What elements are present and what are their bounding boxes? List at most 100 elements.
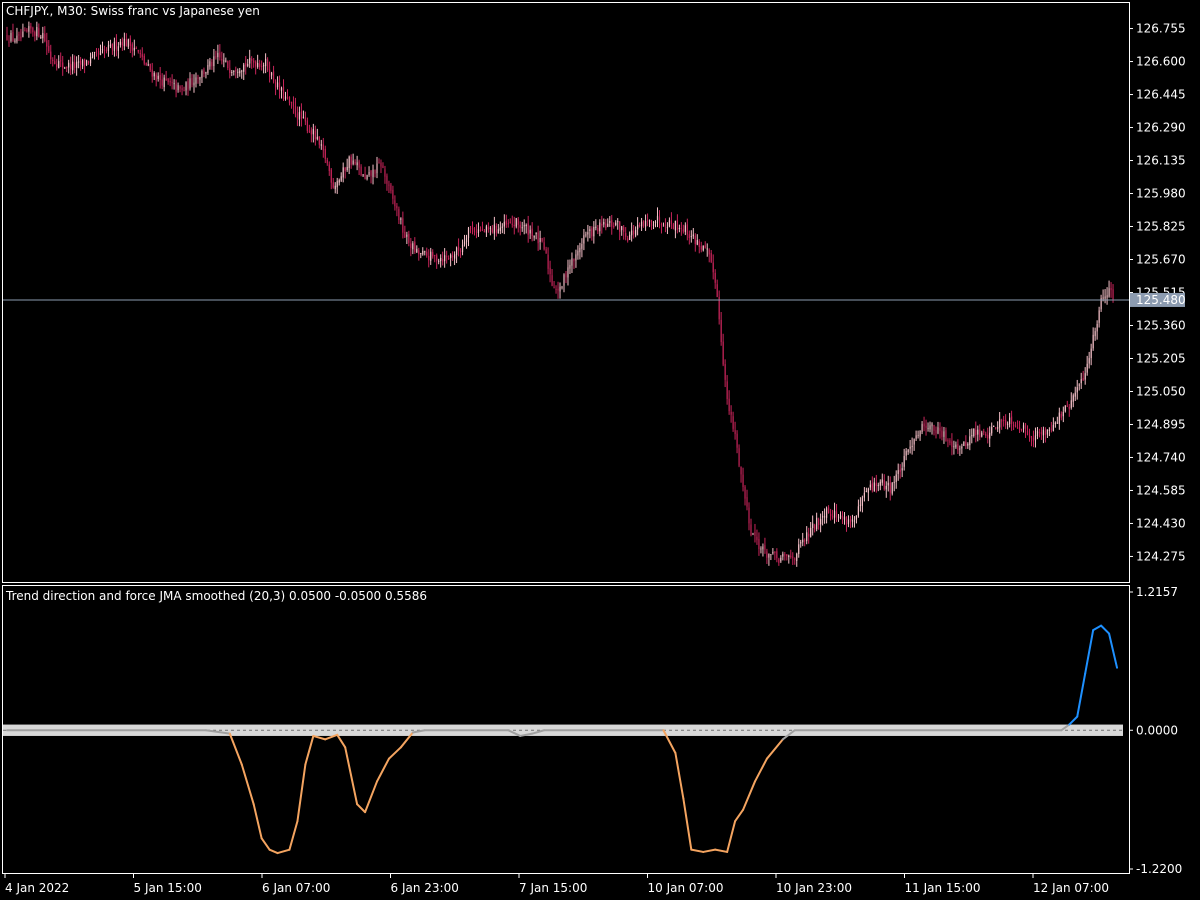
candle-body: [615, 222, 617, 226]
candle-body: [551, 275, 553, 286]
indicator-segment: [742, 780, 756, 811]
candle-body: [937, 427, 939, 434]
indicator-segment: [682, 797, 693, 851]
candle-body: [452, 256, 454, 258]
candle-body: [983, 431, 985, 433]
main-y-tick-label: 124.740: [1136, 450, 1186, 464]
candle-body: [251, 58, 253, 61]
indicator-pane[interactable]: Trend direction and force JMA smoothed (…: [2, 585, 1183, 876]
candle-body: [1040, 432, 1043, 435]
candle-body: [869, 484, 871, 488]
main-y-tick-label: 125.670: [1136, 253, 1186, 267]
candle-body: [559, 286, 561, 292]
candle-body: [233, 70, 235, 72]
candle-body: [1048, 429, 1050, 431]
candle-body: [545, 249, 547, 254]
candle-body: [346, 166, 348, 171]
candle-body: [607, 223, 609, 227]
main-y-tick-label: 124.585: [1136, 483, 1186, 497]
candle-body: [473, 228, 476, 232]
candle-body: [790, 555, 792, 557]
candle-body: [724, 364, 726, 380]
candle-body: [139, 53, 141, 55]
candle-body: [406, 234, 408, 237]
candle-body: [977, 429, 979, 435]
candle-body: [694, 235, 696, 245]
candle-body: [635, 229, 637, 236]
candle-body: [625, 233, 627, 237]
candle-body: [706, 248, 708, 250]
candle-body: [629, 234, 631, 240]
candle-body: [637, 224, 639, 230]
candle-body: [638, 224, 641, 226]
indicator-segment: [702, 848, 717, 853]
candle-body: [957, 443, 959, 451]
candle-body: [137, 49, 139, 52]
candle-body: [465, 237, 468, 242]
candle-body: [278, 82, 281, 91]
candle-body: [107, 45, 110, 51]
candle-body: [555, 289, 557, 291]
candle-body: [863, 492, 865, 498]
candle-body: [1068, 407, 1070, 409]
candle-body: [338, 180, 340, 183]
candle-body: [161, 79, 163, 86]
candle-body: [265, 58, 267, 67]
candle-body: [400, 218, 402, 220]
candle-body: [1106, 295, 1108, 298]
candle-body: [621, 226, 623, 231]
candle-body: [46, 40, 48, 47]
candle-body: [76, 61, 78, 68]
candle-body: [959, 448, 961, 450]
candle-body: [386, 175, 388, 184]
candle-body: [571, 258, 573, 266]
candle-body: [318, 136, 320, 145]
candle-body: [748, 507, 750, 524]
candle-body: [529, 229, 531, 234]
candle-body: [730, 411, 732, 415]
candle-body: [163, 77, 165, 88]
x-tick-label: 10 Jan 07:00: [648, 881, 724, 895]
candle-body: [927, 427, 929, 429]
candle-body: [573, 258, 575, 262]
candle-body: [1030, 436, 1033, 439]
candle-body: [770, 554, 772, 556]
candle-body: [483, 230, 486, 233]
candle-body: [306, 120, 308, 131]
candle-body: [203, 69, 205, 75]
candle-body: [356, 162, 358, 166]
candle-body: [535, 232, 537, 235]
candle-body: [593, 226, 595, 237]
candle-body: [195, 77, 197, 84]
candle-body: [507, 223, 509, 225]
candle-body: [18, 34, 20, 36]
main-y-tick-label: 126.445: [1136, 88, 1186, 102]
candle-body: [1003, 420, 1005, 422]
candle-body: [533, 235, 535, 238]
candle-body: [827, 507, 830, 514]
x-tick-label: 4 Jan 2022: [5, 881, 69, 895]
candle-body: [788, 555, 790, 558]
candle-body: [961, 446, 963, 449]
candle-body: [619, 221, 621, 232]
main-pane-frame: [2, 2, 1130, 583]
candle-body: [993, 425, 995, 427]
candle-body: [493, 224, 495, 234]
candle-body: [348, 156, 350, 168]
candle-body: [831, 515, 834, 518]
candle-body: [648, 220, 651, 222]
candle-body: [517, 218, 519, 225]
candle-body: [692, 234, 694, 237]
candle-body: [943, 431, 945, 437]
indicator-segment: [1108, 632, 1119, 669]
candles: [6, 21, 1114, 567]
candle-body: [175, 84, 177, 92]
candle-body: [326, 159, 328, 164]
candle-body: [599, 222, 601, 232]
candle-body: [457, 246, 460, 251]
main-pane[interactable]: CHFJPY., M30: Swiss franc vs Japanese ye…: [2, 2, 1186, 583]
candle-body: [585, 234, 587, 236]
candle-body: [225, 60, 227, 62]
candle-body: [734, 430, 736, 435]
candle-body: [143, 55, 145, 64]
